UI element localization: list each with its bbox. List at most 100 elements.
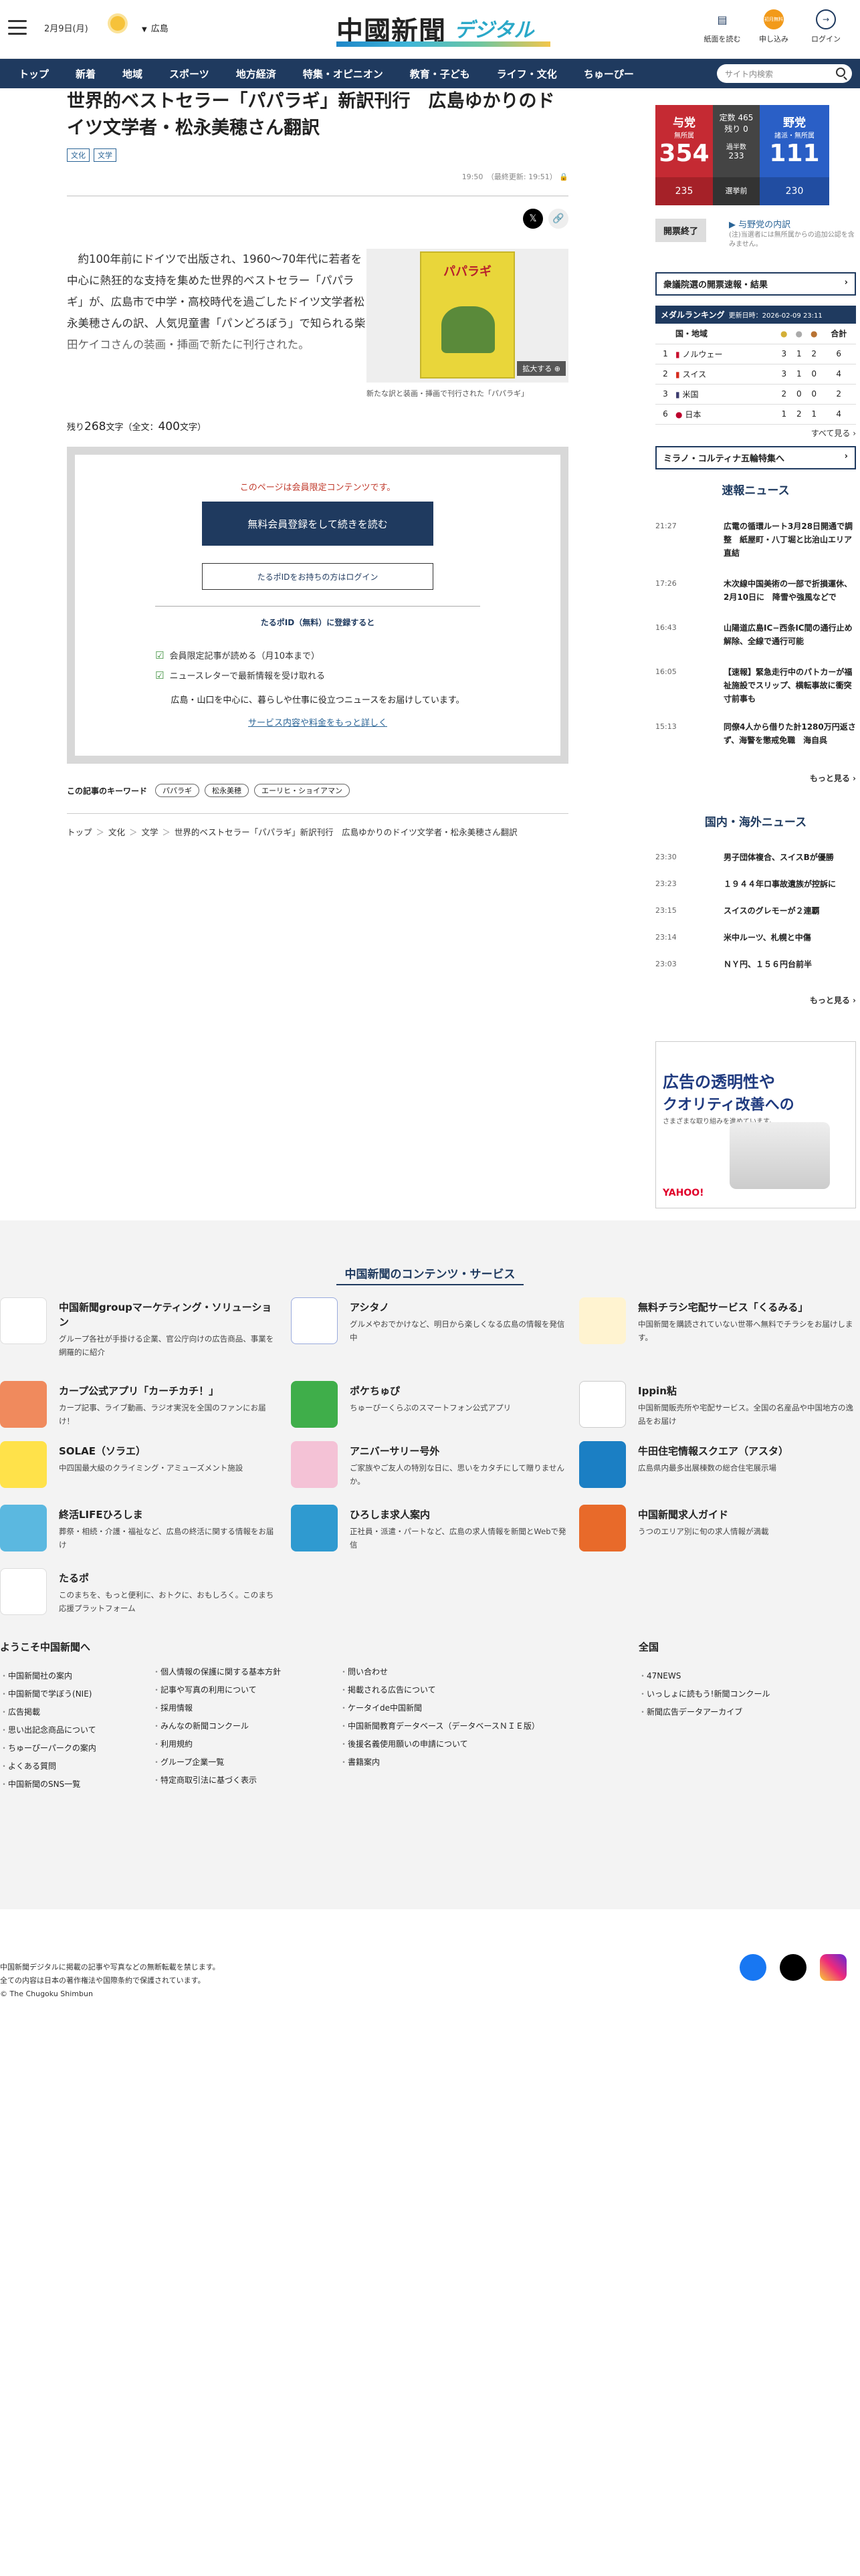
- footer-link[interactable]: 後援名義使用願いの申請について: [340, 1735, 540, 1753]
- col-total: 合計: [821, 324, 856, 344]
- service-item[interactable]: 無料チラシ宅配サービス「くるみる」 中国新聞を購読されていない世帯へ無料でチラシを…: [579, 1297, 860, 1344]
- link-copy-icon[interactable]: 🔗: [548, 209, 568, 229]
- tag-literature[interactable]: 文学: [94, 148, 116, 162]
- apply-button[interactable]: 初月無料 申し込み: [750, 9, 797, 44]
- keyword-chip[interactable]: エーリヒ・ショイアマン: [254, 784, 350, 797]
- ad-banner[interactable]: 広告の透明性や クオリティ改善への さまざまな取り組みを進めています。 YAHO…: [655, 1041, 856, 1208]
- copyright-line: © The Chugoku Shimbun: [0, 1990, 93, 1998]
- footer-link[interactable]: 中国新聞教育データベース（データベースＮＩＥ版）: [340, 1717, 540, 1735]
- nav-region[interactable]: 地域: [109, 59, 156, 88]
- party-breakdown-link[interactable]: ▶ 与野党の内訳: [729, 217, 790, 230]
- nav-chupy[interactable]: ちゅーぴー: [570, 59, 647, 88]
- nav-education[interactable]: 教育・子ども: [397, 59, 483, 88]
- footer-link[interactable]: いっしょに読もう!新聞コンクール: [639, 1685, 770, 1703]
- bronze-count: 0: [807, 384, 822, 405]
- service-name: 牛田住宅情報スクエア（アスタ）: [638, 1445, 789, 1457]
- olympics-feature-link[interactable]: ミラノ・コルティナ五輪特集へ ›: [655, 446, 856, 469]
- x-icon[interactable]: [780, 1954, 807, 1981]
- footer-link[interactable]: 問い合わせ: [340, 1663, 540, 1681]
- silver-count: 1: [791, 364, 807, 385]
- footer-link[interactable]: よくある質問: [0, 1757, 96, 1776]
- footer-link[interactable]: 特定商取引法に基づく表示: [152, 1772, 281, 1790]
- breadcrumb-literature[interactable]: 文学: [125, 827, 158, 837]
- service-item[interactable]: たるポ このまちを、もっと便利に、おトクに、おもしろく。このまち応援プラットフォー…: [0, 1568, 281, 1615]
- news-time: 23:30: [655, 853, 677, 861]
- service-item[interactable]: カープ公式アプリ「カーチカチ！」 カープ記事、ライブ動画、ラジオ実況を全国のファン…: [0, 1381, 281, 1428]
- world-more-link[interactable]: もっと見る ›: [810, 994, 856, 1006]
- footer-link[interactable]: 47NEWS: [639, 1667, 770, 1685]
- service-item[interactable]: 中国新聞求人ガイド うつのエリア別に旬の求人情報が満載: [579, 1505, 860, 1551]
- facebook-icon[interactable]: [740, 1954, 766, 1981]
- taruporo-logo-icon: [0, 1568, 47, 1615]
- footer-link[interactable]: 利用規約: [152, 1735, 281, 1753]
- service-item[interactable]: SOLAE（ソラエ） 中四国最大級のクライミング・アミューズメント施設: [0, 1441, 281, 1488]
- service-details-link[interactable]: サービス内容や料金をもっと詳しく: [75, 716, 560, 728]
- paywall: このページは会員限定コンテンツです。 無料会員登録をして続きを読む たるポIDを…: [67, 447, 568, 764]
- nav-economy[interactable]: 地方経済: [223, 59, 290, 88]
- paywall-notice: このページは会員限定コンテンツです。: [239, 483, 396, 493]
- zoom-button[interactable]: 拡大する ⊕: [517, 361, 566, 376]
- read-paper-button[interactable]: ▤ 紙面を読む: [699, 9, 746, 44]
- rank: 6: [655, 404, 675, 425]
- hamburger-menu-icon[interactable]: [8, 20, 27, 35]
- nav-opinion[interactable]: 特集・オピニオン: [290, 59, 397, 88]
- footer-link[interactable]: 広告掲載: [0, 1703, 96, 1721]
- bronze-count: 2: [807, 344, 822, 364]
- footer-link[interactable]: 中国新聞で学ぼう(NIE): [0, 1685, 96, 1703]
- footer-link[interactable]: 中国新聞社の案内: [0, 1667, 96, 1685]
- logo-wave: [336, 41, 550, 47]
- region-selector[interactable]: 広島: [142, 21, 169, 34]
- silver-medal-icon: ●: [791, 324, 807, 344]
- nav-life[interactable]: ライフ・文化: [483, 59, 570, 88]
- footer-link[interactable]: グループ企業一覧: [152, 1753, 281, 1772]
- login-with-id-button[interactable]: たるポIDをお持ちの方はログイン: [202, 563, 433, 590]
- keyword-chip[interactable]: パパラギ: [155, 784, 200, 797]
- footer-link[interactable]: 掲載される広告について: [340, 1681, 540, 1699]
- footer-link[interactable]: ちゅーぴーパークの案内: [0, 1739, 96, 1757]
- service-item[interactable]: アニバーサリー号外 ご家族やご友人の特別な日に、思いをカタチにして贈りませんか。: [291, 1441, 572, 1488]
- footer-link[interactable]: みんなの新聞コンクール: [152, 1717, 281, 1735]
- service-item[interactable]: アシタノ グルメやおでかけなど、明日から楽しくなる広島の情報を発信中: [291, 1297, 572, 1344]
- country-name: スイス: [682, 369, 707, 379]
- keyword-chip[interactable]: 松永美穂: [205, 784, 249, 797]
- search-icon[interactable]: [836, 68, 845, 77]
- service-item[interactable]: ひろしま求人案内 正社員・派遣・パートなど、広島の求人情報を新聞とWebで発信: [291, 1505, 572, 1551]
- service-item[interactable]: Ippin粘 中国新聞販売所や宅配サービス。全国の名産品や中国地方の逸品をお届け: [579, 1381, 860, 1428]
- breadcrumb-top[interactable]: トップ: [67, 827, 92, 837]
- breadcrumb-culture[interactable]: 文化: [92, 827, 125, 837]
- footer-link[interactable]: 書籍案内: [340, 1753, 540, 1772]
- footer-link[interactable]: 採用情報: [152, 1699, 281, 1717]
- services-title: 中国新聞のコンテンツ・サービス: [0, 1265, 860, 1285]
- tag-culture[interactable]: 文化: [67, 148, 90, 162]
- x-share-icon[interactable]: 𝕏: [523, 209, 543, 229]
- election-widget[interactable]: 与党 無所属 354 235 定数 465 残り 0 過半数 233 選挙前 野…: [655, 105, 856, 205]
- election-results-link[interactable]: 衆議院選の開票速報・結果 ›: [655, 272, 856, 296]
- login-button[interactable]: → ログイン: [802, 9, 849, 44]
- nav-new[interactable]: 新着: [62, 59, 109, 88]
- service-item[interactable]: ポケちゅぴ ちゅーぴーくらぶのスマートフォン公式アプリ: [291, 1381, 572, 1428]
- footer-link[interactable]: 新聞広告データアーカイブ: [639, 1703, 770, 1721]
- main-nav: トップ 新着 地域 スポーツ 地方経済 特集・オピニオン 教育・子ども ライフ・…: [0, 59, 860, 88]
- instagram-icon[interactable]: [820, 1954, 847, 1981]
- footer-link[interactable]: 中国新聞のSNS一覧: [0, 1776, 96, 1794]
- search-input[interactable]: サイト内検索: [717, 64, 852, 83]
- footer-link[interactable]: 個人情報の保護に関する基本方針: [152, 1663, 281, 1681]
- service-item[interactable]: 中国新聞groupマーケティング・ソリューション グループ各社が手掛ける企業、官公…: [0, 1297, 281, 1357]
- footer-link[interactable]: 思い出記念商品について: [0, 1721, 96, 1739]
- service-name: ポケちゅぴ: [350, 1385, 401, 1397]
- nav-sports[interactable]: スポーツ: [156, 59, 223, 88]
- footer-link[interactable]: 記事や写真の利用について: [152, 1681, 281, 1699]
- majority-value: 233: [728, 151, 744, 160]
- site-logo[interactable]: 中國新聞 デジタル: [336, 7, 550, 47]
- footer-link[interactable]: ケータイde中国新聞: [340, 1699, 540, 1717]
- fast-more-link[interactable]: もっと見る ›: [810, 772, 856, 784]
- service-desc: 中国新聞販売所や宅配サービス。全国の名産品や中国地方の逸品をお届け: [638, 1403, 853, 1426]
- article-photo[interactable]: パパラギ 拡大する ⊕: [366, 249, 568, 383]
- service-item[interactable]: 牛田住宅情報スクエア（アスタ） 広島県内最多出展棟数の総合住宅展示場: [579, 1441, 860, 1488]
- nav-top[interactable]: トップ: [5, 59, 62, 88]
- medal-more-link[interactable]: すべて見る ›: [655, 427, 856, 439]
- service-item[interactable]: 終活LIFEひろしま 葬祭・相続・介護・福祉など、広島の終活に関する情報をお届け: [0, 1505, 281, 1551]
- photo-caption: 新たな訳と装画・挿画で刊行された「パパラギ」: [366, 389, 528, 398]
- register-button[interactable]: 無料会員登録をして続きを読む: [202, 502, 433, 546]
- medal-ranking: メダルランキング 更新日時：2026-02-09 23:11 国・地域 ● ● ●…: [655, 306, 856, 439]
